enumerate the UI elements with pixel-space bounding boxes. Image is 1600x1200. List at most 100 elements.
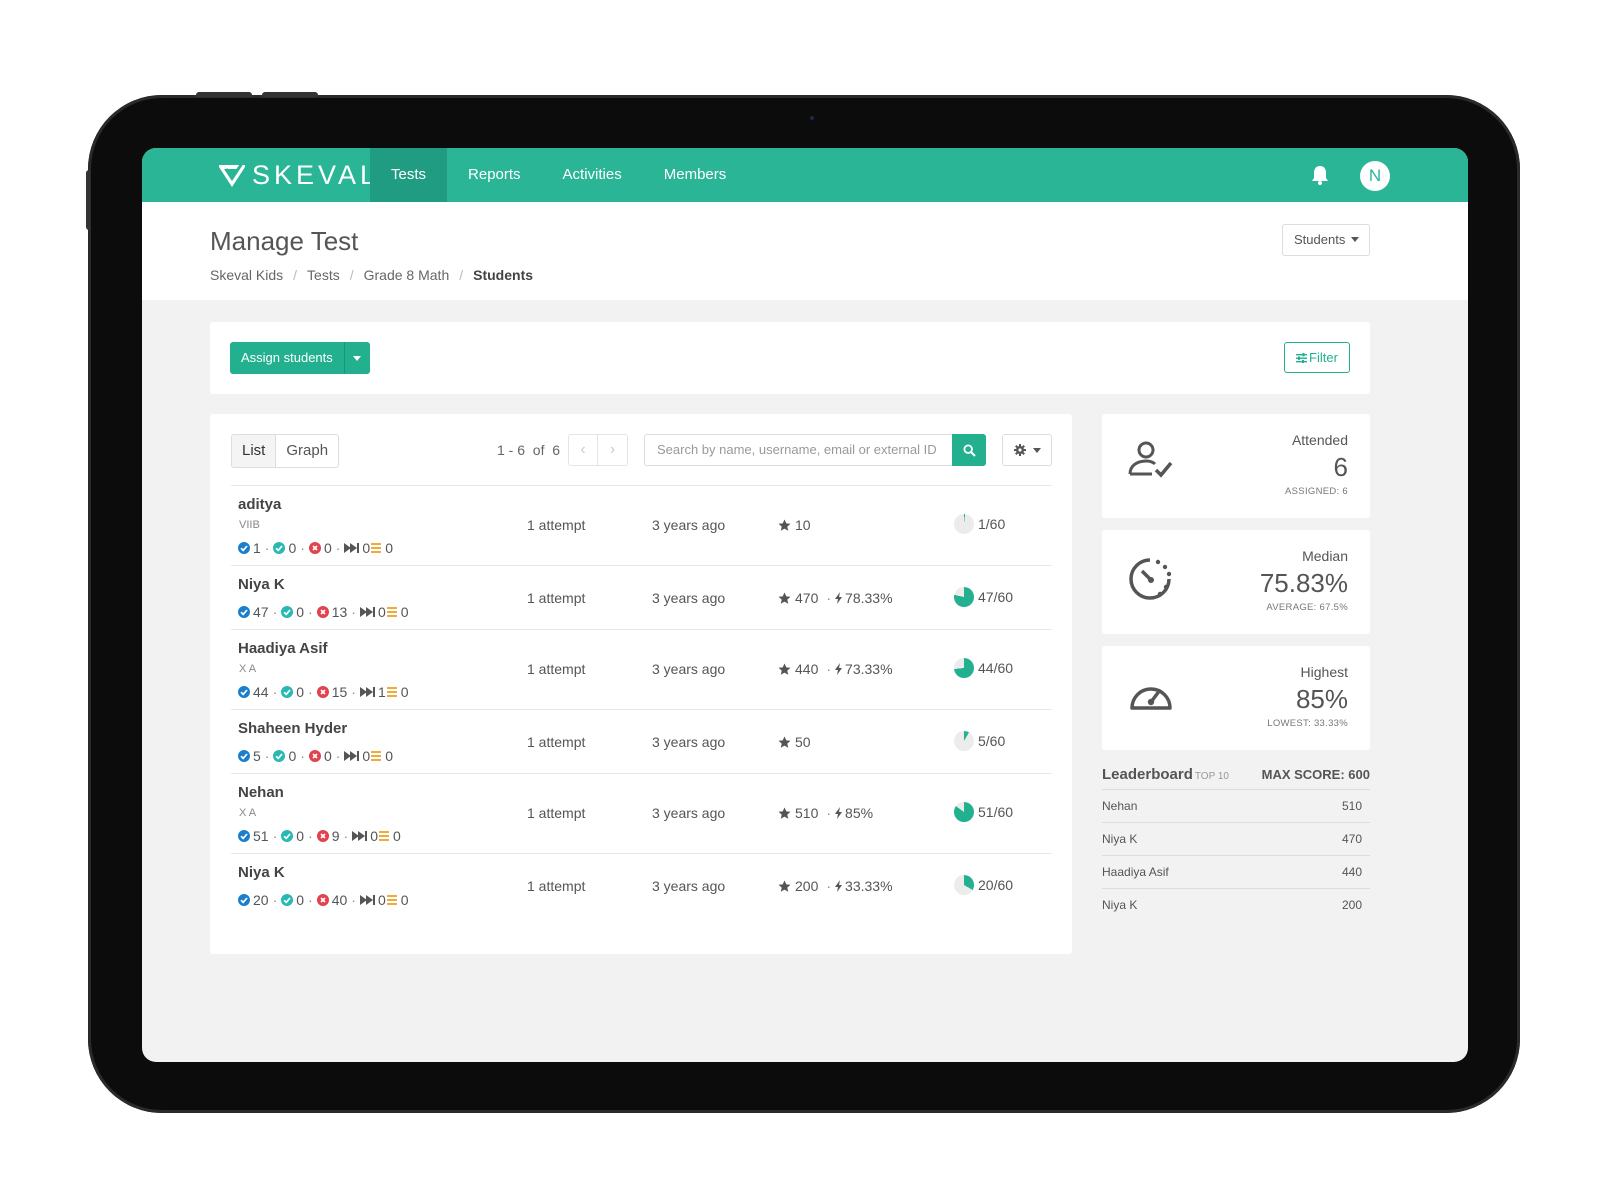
filter-button[interactable]: Filter <box>1284 342 1350 373</box>
correct-icon <box>238 606 250 618</box>
score: 50 <box>778 734 811 750</box>
assigned-count: ASSIGNED: 6 <box>1285 486 1348 497</box>
progress-fraction: 44/60 <box>978 660 1014 676</box>
wrong-icon <box>316 606 329 618</box>
answer-breakdown: 44 · 0 · 15 · 1 0 <box>238 684 409 700</box>
nav-activities[interactable]: Activities <box>542 148 643 202</box>
breadcrumb-separator: / <box>349 267 354 283</box>
separator: · <box>272 828 278 844</box>
brand-logo[interactable]: SKEVAL <box>218 160 379 190</box>
leaderboard-row[interactable]: Haadiya Asif 440 <box>1102 856 1370 889</box>
student-name[interactable]: Shaheen Hyder <box>238 720 347 737</box>
leaderboard-row[interactable]: Nehan 510 <box>1102 790 1370 823</box>
leaderboard-score: 200 <box>1341 898 1362 912</box>
leaderboard-row[interactable]: Niya K 200 <box>1102 889 1370 922</box>
student-name[interactable]: Haadiya Asif <box>238 640 327 657</box>
correct-icon <box>238 894 250 906</box>
assign-students-button[interactable]: Assign students <box>230 342 370 374</box>
separator: · <box>335 540 341 556</box>
highest-card: Highest 85% LOWEST: 33.33% <box>1102 646 1370 750</box>
student-name[interactable]: Nehan <box>238 784 284 801</box>
separator: · <box>343 828 349 844</box>
camera <box>810 116 814 120</box>
progress: 20/60 <box>954 875 1013 895</box>
student-name[interactable]: aditya <box>238 496 281 513</box>
settings-dropdown[interactable] <box>1002 434 1052 466</box>
table-row[interactable]: Haadiya Asif X A 44 · 0 · 15 · 1 0 1 attempt… <box>231 629 1052 709</box>
breadcrumb-item[interactable]: Grade 8 Math <box>364 267 450 283</box>
student-name[interactable]: Niya K <box>238 864 285 881</box>
attempt-count[interactable]: 1 attempt <box>527 590 585 606</box>
attempt-count[interactable]: 1 attempt <box>527 517 585 533</box>
tab-list[interactable]: List <box>232 435 277 467</box>
progress-fraction: 47/60 <box>978 589 1014 605</box>
unattempted-icon <box>386 895 397 905</box>
nav-reports[interactable]: Reports <box>447 148 542 202</box>
attempt-count[interactable]: 1 attempt <box>527 661 585 677</box>
leaderboard-row[interactable]: Niya K 470 <box>1102 823 1370 856</box>
answer-breakdown: 5 · 0 · 0 · 0 0 <box>238 748 393 764</box>
leaderboard-tag: TOP 10 <box>1194 771 1229 782</box>
wrong-count: 9 <box>331 828 340 844</box>
logo-icon <box>219 161 245 187</box>
stopwatch-icon <box>1129 558 1172 600</box>
tab-graph[interactable]: Graph <box>276 435 338 467</box>
fast-forward-icon <box>359 895 375 905</box>
correct-count: 47 <box>253 604 269 620</box>
skipped-count: 0 <box>377 892 386 908</box>
wrong-count: 0 <box>323 540 332 556</box>
unattempted-count: 0 <box>400 892 409 908</box>
wrong-icon <box>308 750 321 762</box>
leaderboard: Leaderboard TOP 10 MAX SCORE: 600 Nehan 51… <box>1102 766 1370 922</box>
leaderboard-name: Haadiya Asif <box>1102 865 1169 879</box>
breadcrumb-item[interactable]: Tests <box>307 267 340 283</box>
student-section: X A <box>239 807 257 819</box>
table-row[interactable]: Shaheen Hyder 5 · 0 · 0 · 0 0 1 attempt 3 ye… <box>231 709 1052 773</box>
nav-tests[interactable]: Tests <box>370 148 448 202</box>
separator: · <box>272 604 278 620</box>
accuracy: 33.33% <box>845 878 893 894</box>
skipped-count: 1 <box>377 684 386 700</box>
progress-pie <box>954 514 974 534</box>
view-select-dropdown[interactable]: Students <box>1282 224 1370 256</box>
bell-icon[interactable] <box>1310 164 1330 186</box>
bolt-icon <box>835 880 843 892</box>
partial-icon <box>273 750 286 762</box>
star-icon <box>778 519 791 531</box>
separator: · <box>826 878 832 894</box>
correct-count: 5 <box>253 748 261 764</box>
student-name[interactable]: Niya K <box>238 576 285 593</box>
assign-dropdown-toggle[interactable] <box>343 342 370 374</box>
correct-icon <box>238 830 250 842</box>
search-input[interactable]: Search by name, username, email or exter… <box>644 434 952 466</box>
wrong-count: 15 <box>331 684 348 700</box>
chevron-left-icon[interactable]: ‹ <box>569 435 598 465</box>
nav-members[interactable]: Members <box>643 148 748 202</box>
bolt-icon <box>835 592 843 604</box>
table-row[interactable]: Niya K 47 · 0 · 13 · 0 0 1 attempt 3 years a… <box>231 565 1052 629</box>
table-row[interactable]: Nehan X A 51 · 0 · 9 · 0 0 1 attempt 3 years … <box>231 773 1052 853</box>
brand-name: SKEVAL <box>252 159 380 190</box>
gear-icon <box>1013 444 1026 456</box>
search-button[interactable] <box>952 434 986 466</box>
chevron-right-icon[interactable]: › <box>598 435 627 465</box>
correct-icon <box>238 542 250 554</box>
device-side-button <box>86 170 90 230</box>
skipped-count: 0 <box>377 604 386 620</box>
table-row[interactable]: Niya K 20 · 0 · 40 · 0 0 1 attempt 3 years a… <box>231 853 1052 917</box>
avatar[interactable]: N <box>1360 161 1390 191</box>
attempt-count[interactable]: 1 attempt <box>527 734 585 750</box>
unattempted-count: 0 <box>400 684 409 700</box>
accuracy: 78.33% <box>845 590 893 606</box>
attempt-count[interactable]: 1 attempt <box>527 805 585 821</box>
partial-count: 0 <box>296 892 305 908</box>
table-row[interactable]: aditya VIIB 1 · 0 · 0 · 0 0 1 attempt 3 years… <box>231 485 1052 565</box>
answer-breakdown: 51 · 0 · 9 · 0 0 <box>238 828 401 844</box>
partial-icon <box>281 686 294 698</box>
attempt-time: 3 years ago <box>652 805 726 821</box>
star-icon <box>778 807 791 819</box>
breadcrumb-item[interactable]: Skeval Kids <box>210 267 283 283</box>
breadcrumb: Skeval Kids / Tests / Grade 8 Math / Stu… <box>210 267 533 283</box>
attempt-count[interactable]: 1 attempt <box>527 878 585 894</box>
correct-icon <box>238 686 250 698</box>
